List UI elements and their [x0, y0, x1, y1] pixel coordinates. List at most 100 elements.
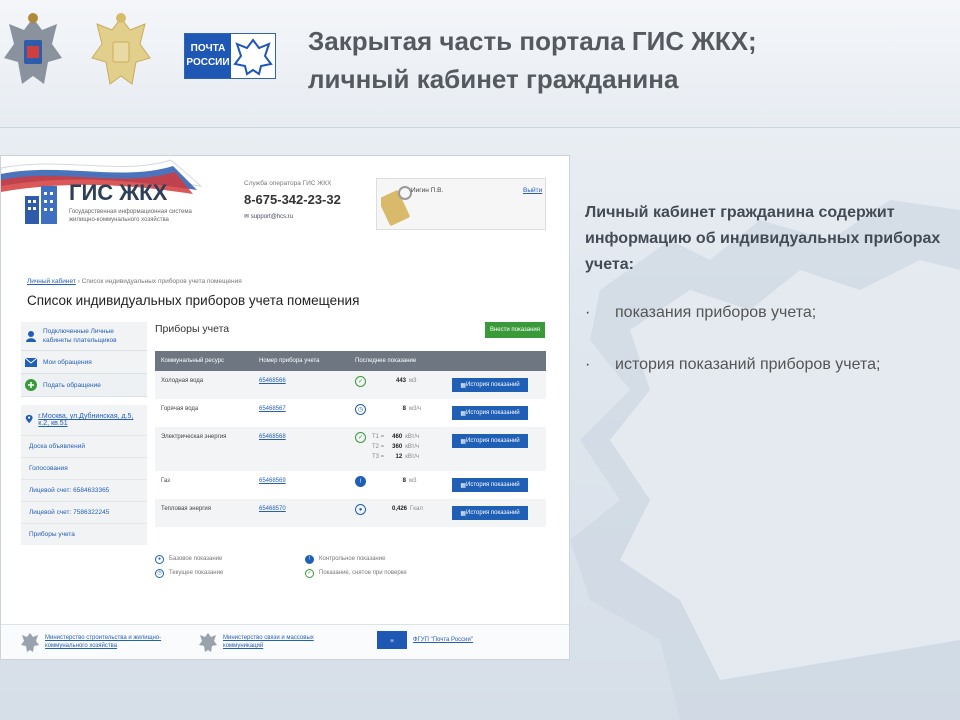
- cell-last-reading: ! 8 м3: [349, 471, 446, 499]
- pochta-logo: ПОЧТА РОССИИ: [184, 33, 276, 79]
- cell-last-reading: ✓ T1 = 460 кВт/ч T2 = 360 кВт/ч T3 = 12 кВт/ч: [349, 427, 446, 471]
- table-row: Холодная вода 65468566 ✓ 443 м3 ▦ История пок…: [155, 371, 546, 399]
- table-row: Горячая вода 65468567 ◷ 8 м3/ч ▦ История пока…: [155, 399, 546, 427]
- reading-values: 443 м3: [395, 378, 417, 384]
- meter-number-link[interactable]: 65468568: [259, 434, 286, 440]
- control-reading-icon: !: [305, 554, 314, 564]
- ministry-emblem-small-icon: [199, 633, 217, 652]
- sidebar-item-voting[interactable]: Голосования: [21, 457, 147, 479]
- coat-of-arms-icon: [91, 13, 151, 85]
- cell-meter-number: 65468570: [253, 499, 349, 527]
- breadcrumb-root-link[interactable]: Личный кабинет: [27, 278, 76, 285]
- sidebar-item-new-request[interactable]: Подать обращение: [21, 374, 147, 397]
- description-bullets: показания приборов учета; история показа…: [585, 300, 955, 404]
- cell-actions: ▦ История показаний: [446, 371, 546, 399]
- cell-resource: Электрическая энергия: [155, 427, 253, 471]
- slide-header: ПОЧТА РОССИИ Закрытая часть портала ГИС …: [0, 0, 960, 128]
- reading-values: 8 м3: [402, 478, 417, 484]
- gis-logo-title: ГИС ЖКХ: [69, 180, 168, 205]
- plus-circle-icon: [25, 379, 37, 391]
- bullet-item: показания приборов учета;: [585, 300, 955, 326]
- sidebar: Подключенные Личные кабинеты плательщико…: [21, 322, 147, 545]
- meter-number-link[interactable]: 65468569: [259, 478, 286, 484]
- portal-footer: Министерство строительства и жилищно-ком…: [1, 624, 569, 659]
- footer-ministry-communications-link[interactable]: Министерство связи и массовых коммуникац…: [199, 631, 323, 653]
- verified-reading-icon: ✓: [355, 376, 366, 387]
- cell-last-reading: ✓ 443 м3: [349, 371, 446, 399]
- table-row: Электрическая энергия 65468568 ✓ T1 = 460 кВт…: [155, 427, 546, 471]
- cell-actions: ▦ История показаний: [446, 471, 546, 499]
- history-button[interactable]: ▦ История показаний: [452, 406, 528, 420]
- control-reading-icon: !: [355, 476, 366, 487]
- legend-control: ! Контрольное показание: [305, 554, 455, 564]
- col-reading: Последнее показание: [349, 351, 446, 371]
- cell-actions: ▦ История показаний: [446, 499, 546, 527]
- cell-resource: Холодная вода: [155, 371, 253, 399]
- cell-resource: Тепловая энергия: [155, 499, 253, 527]
- user-panel: Иигин П.В. Выйти: [376, 178, 546, 230]
- cell-meter-number: 65468566: [253, 371, 349, 399]
- cell-resource: Газ: [155, 471, 253, 499]
- current-reading-icon: ◷: [155, 568, 164, 578]
- sidebar-item-connected[interactable]: Подключенные Личные кабинеты плательщико…: [21, 322, 147, 351]
- history-button[interactable]: ▦ История показаний: [452, 506, 528, 520]
- history-button[interactable]: ▦ История показаний: [452, 478, 528, 492]
- sidebar-item-account-1[interactable]: Лицевой счет: 6584633365: [21, 479, 147, 501]
- gis-buildings-icon: [25, 186, 57, 224]
- sidebar-item-board[interactable]: Доска объявлений: [21, 435, 147, 457]
- sidebar-address-link[interactable]: г.Москва, ул.Дубнинская, д.5, к.2, кв.51: [21, 405, 147, 435]
- cell-actions: ▦ История показаний: [446, 427, 546, 471]
- cell-actions: ▦ История показаний: [446, 399, 546, 427]
- table-header-row: Коммунальный ресурс Номер прибора учета …: [155, 351, 546, 371]
- history-button[interactable]: ▦ История показаний: [452, 434, 528, 448]
- support-email[interactable]: ✉ support@hcs.ru: [244, 213, 293, 220]
- logout-link[interactable]: Выйти: [523, 187, 542, 194]
- breadcrumb: Личный кабинет › Список индивидуальных п…: [27, 278, 242, 285]
- page-title: Список индивидуальных приборов учета пом…: [27, 293, 360, 308]
- ministry-emblem-icon: [4, 13, 62, 84]
- legend-controlled: ✓ Показание, снятое при поверке: [305, 568, 455, 578]
- meters-table-body: Холодная вода 65468566 ✓ 443 м3 ▦ История пок…: [155, 371, 546, 527]
- reading-values: 8 м3/ч: [402, 406, 422, 412]
- mail-icon: [25, 357, 37, 367]
- base-reading-icon: ●: [155, 554, 164, 564]
- slide-title: Закрытая часть портала ГИС ЖКХ; личный к…: [308, 26, 757, 94]
- cell-meter-number: 65468569: [253, 471, 349, 499]
- cell-meter-number: 65468568: [253, 427, 349, 471]
- base-reading-icon: ●: [355, 504, 366, 515]
- sidebar-item-my-requests[interactable]: Мои обращения: [21, 351, 147, 374]
- footer-pochta-link[interactable]: ✉ ФГУП "Почта России": [377, 631, 473, 649]
- devices-title: Приборы учета: [155, 323, 230, 335]
- meter-number-link[interactable]: 65468566: [259, 378, 286, 384]
- location-pin-icon: [25, 414, 33, 424]
- cell-last-reading: ◷ 8 м3/ч: [349, 399, 446, 427]
- legend-current: ◷ Текущее показание: [155, 568, 305, 578]
- description-text: Личный кабинет гражданина содержит инфор…: [585, 204, 941, 273]
- verified-reading-icon: ✓: [355, 432, 366, 443]
- col-resource: Коммунальный ресурс: [155, 351, 253, 371]
- meter-number-link[interactable]: 65468570: [259, 506, 286, 512]
- sidebar-item-meters[interactable]: Приборы учета: [21, 523, 147, 545]
- current-reading-icon: ◷: [355, 404, 366, 415]
- pochta-small-logo: ✉: [377, 631, 407, 649]
- legend-base: ● Базовое показание: [155, 554, 305, 564]
- portal-header: ГИС ЖКХ Государственная информационная с…: [1, 156, 569, 246]
- gis-logo-subtitle: Государственная информационная система ж…: [69, 209, 192, 223]
- add-readings-button[interactable]: Внести показания: [485, 322, 545, 338]
- history-button[interactable]: ▦ История показаний: [452, 378, 528, 392]
- cell-meter-number: 65468567: [253, 399, 349, 427]
- user-icon: [26, 331, 36, 342]
- footer-ministry-construction-link[interactable]: Министерство строительства и жилищно-ком…: [21, 631, 165, 653]
- meters-table: Коммунальный ресурс Номер прибора учета …: [155, 351, 546, 527]
- bullet-item: история показаний приборов учета;: [585, 352, 955, 378]
- table-row: Тепловая энергия 65468570 ● 0,426 Гкал ▦ Исто…: [155, 499, 546, 527]
- table-row: Газ 65468569! 8 м3 ▦ История показаний: [155, 471, 546, 499]
- reading-values: T1 = 460 кВт/ч T2 = 360 кВт/ч T3 = 12 кВт/ч: [372, 434, 420, 460]
- breadcrumb-current: Список индивидуальных приборов учета пом…: [81, 278, 242, 285]
- reading-values: 0,426 Гкал: [392, 506, 423, 512]
- col-actions: [446, 351, 546, 371]
- meter-number-link[interactable]: 65468567: [259, 406, 286, 412]
- sidebar-item-account-2[interactable]: Лицевой счет: 7586322245: [21, 501, 147, 523]
- support-phone: 8-675-342-23-32: [244, 192, 341, 207]
- key-icon: [381, 186, 412, 226]
